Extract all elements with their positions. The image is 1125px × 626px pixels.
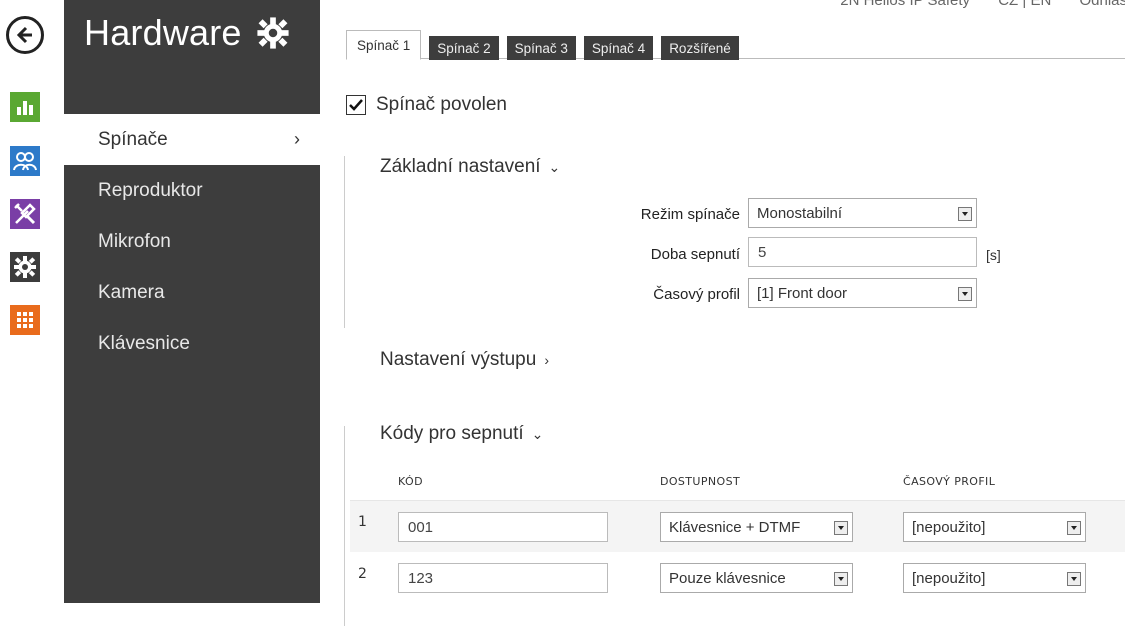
- profile-value: [1] Front door: [757, 285, 847, 302]
- codes-title: Kódy pro sepnutí: [380, 423, 524, 444]
- tab-spinac-1[interactable]: Spínač 1: [346, 30, 421, 60]
- hardware-gear-icon[interactable]: [10, 252, 40, 282]
- services-tools-icon[interactable]: [10, 199, 40, 229]
- hardware-sidebar: Hardware Spínače › Reproduktor Mikrofon …: [64, 0, 320, 603]
- sidebar-item-label: Mikrofon: [98, 231, 171, 253]
- profile-label: Časový profil: [570, 286, 740, 303]
- mode-label: Režim spínače: [570, 206, 740, 223]
- availability-select[interactable]: Pouze klávesnice: [660, 563, 853, 593]
- availability-value: Pouze klávesnice: [669, 570, 786, 587]
- status-chart-icon[interactable]: [10, 92, 40, 122]
- section-bracket: [344, 156, 347, 328]
- users-icon[interactable]: [10, 146, 40, 176]
- chevron-right-icon: ›: [544, 352, 549, 368]
- sidebar-item-label: Spínače: [98, 129, 168, 151]
- back-arrow-icon[interactable]: [6, 16, 44, 54]
- dropdown-arrow-icon: [834, 572, 848, 586]
- switch-enabled-row: Spínač povolen: [346, 94, 507, 116]
- mode-select[interactable]: Monostabilní: [748, 198, 977, 228]
- sidebar-title: Hardware: [84, 12, 290, 54]
- code-input[interactable]: 123: [398, 563, 608, 593]
- sidebar-item-label: Reproduktor: [98, 180, 203, 202]
- sidebar-item-kamera[interactable]: Kamera: [64, 267, 320, 318]
- chevron-right-icon: ›: [294, 129, 300, 150]
- codes-header[interactable]: Kódy pro sepnutí ⌄: [380, 423, 543, 445]
- sidebar-item-klavesnice[interactable]: Klávesnice: [64, 318, 320, 369]
- dropdown-arrow-icon: [958, 207, 972, 221]
- column-header-profile: ČASOVÝ PROFIL: [903, 475, 995, 488]
- profile-row-select[interactable]: [nepoužito]: [903, 563, 1086, 593]
- system-grid-icon[interactable]: [10, 305, 40, 335]
- duration-input[interactable]: 5: [748, 237, 977, 267]
- icon-rail: [0, 0, 64, 603]
- sidebar-title-text: Hardware: [84, 12, 242, 54]
- chevron-down-icon: ⌄: [532, 426, 544, 442]
- row-index: 2: [358, 566, 367, 582]
- availability-select[interactable]: Klávesnice + DTMF: [660, 512, 853, 542]
- language-switch[interactable]: CZ | EN: [998, 0, 1051, 9]
- device-name: 2N Helios IP Safety: [840, 0, 970, 9]
- top-meta: 2N Helios IP Safety CZ | EN Odhlás: [816, 0, 1125, 9]
- dropdown-arrow-icon: [958, 287, 972, 301]
- tab-spinac-2[interactable]: Spínač 2: [429, 36, 498, 60]
- sidebar-item-label: Kamera: [98, 282, 165, 304]
- profile-row-value: [nepoužito]: [912, 570, 985, 587]
- dropdown-arrow-icon: [1067, 521, 1081, 535]
- output-settings-header[interactable]: Nastavení výstupu ›: [380, 349, 549, 371]
- sidebar-menu: Spínače › Reproduktor Mikrofon Kamera Kl…: [64, 114, 320, 369]
- chevron-down-icon: ⌄: [549, 159, 561, 175]
- profile-row-value: [nepoužito]: [912, 519, 985, 536]
- sidebar-item-label: Klávesnice: [98, 333, 190, 355]
- mode-value: Monostabilní: [757, 205, 842, 222]
- code-value: 001: [408, 519, 433, 536]
- row-index: 1: [358, 514, 367, 530]
- basic-settings-header[interactable]: Základní nastavení ⌄: [380, 156, 560, 178]
- basic-settings-title: Základní nastavení: [380, 156, 541, 177]
- tab-spinac-4[interactable]: Spínač 4: [584, 36, 653, 60]
- column-header-code: KÓD: [398, 475, 423, 488]
- logout-link[interactable]: Odhlás: [1079, 0, 1125, 9]
- profile-select[interactable]: [1] Front door: [748, 278, 977, 308]
- switch-enabled-label: Spínač povolen: [376, 94, 507, 116]
- sidebar-item-spinace[interactable]: Spínače ›: [64, 114, 320, 165]
- output-settings-title: Nastavení výstupu: [380, 349, 536, 370]
- switch-tabs: Spínač 1 Spínač 2 Spínač 3 Spínač 4 Rozš…: [346, 30, 747, 60]
- sidebar-item-mikrofon[interactable]: Mikrofon: [64, 216, 320, 267]
- code-input[interactable]: 001: [398, 512, 608, 542]
- duration-label: Doba sepnutí: [570, 246, 740, 263]
- dropdown-arrow-icon: [1067, 572, 1081, 586]
- sidebar-item-reproduktor[interactable]: Reproduktor: [64, 165, 320, 216]
- switch-enabled-checkbox[interactable]: [346, 95, 366, 115]
- dropdown-arrow-icon: [834, 521, 848, 535]
- duration-unit: [s]: [986, 247, 1001, 263]
- availability-value: Klávesnice + DTMF: [669, 519, 800, 536]
- tab-spinac-3[interactable]: Spínač 3: [507, 36, 576, 60]
- section-bracket: [344, 426, 347, 626]
- profile-row-select[interactable]: [nepoužito]: [903, 512, 1086, 542]
- code-value: 123: [408, 570, 433, 587]
- gear-icon: [256, 16, 290, 50]
- duration-value: 5: [758, 244, 766, 261]
- tab-rozsirene[interactable]: Rozšířené: [661, 36, 739, 60]
- column-header-availability: DOSTUPNOST: [660, 475, 740, 488]
